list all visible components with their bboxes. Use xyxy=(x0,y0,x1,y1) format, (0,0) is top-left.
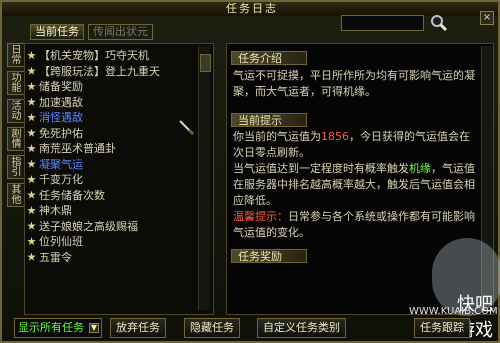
quest-label: 五雷令 xyxy=(39,250,72,264)
star-icon xyxy=(27,97,36,106)
quest-item[interactable]: 神木鼎 xyxy=(27,203,160,219)
quest-item[interactable]: 南荒巫术普通卦 xyxy=(27,141,160,157)
quest-label: 【机关宠物】巧夺天机 xyxy=(39,49,149,62)
tips-line1-prefix: 你当前的气运值为 xyxy=(233,130,321,143)
quest-label: 任务储备次数 xyxy=(39,188,105,202)
star-icon xyxy=(27,221,36,230)
quest-label: 储备奖励 xyxy=(39,80,83,93)
search-icon[interactable] xyxy=(430,14,448,32)
task-intro-header: 任务介绍 xyxy=(231,51,307,65)
quest-label: 位列仙班 xyxy=(39,235,83,248)
quest-item[interactable]: 免死护佑 xyxy=(27,126,160,142)
quest-item[interactable]: 送子娘娘之高级赐福 xyxy=(27,219,160,235)
luck-value: 1856 xyxy=(321,130,349,143)
star-icon xyxy=(27,82,36,91)
quest-item-selected[interactable]: 凝聚气运 xyxy=(27,157,160,173)
star-icon xyxy=(27,113,36,122)
quest-log-window: 任务日志 当前任务 传闻出状元 × 日常 功能 活动 剧情 指引 其他 【机关宠… xyxy=(0,0,500,343)
watermark-site: WWW.KUAIB.COM xyxy=(409,306,498,317)
quest-tabs: 当前任务 传闻出状元 xyxy=(30,24,153,40)
quest-label: 凝聚气运 xyxy=(39,157,83,171)
chevron-down-icon[interactable]: ▼ xyxy=(89,323,99,333)
star-icon xyxy=(27,128,36,137)
chance-highlight[interactable]: 机缘 xyxy=(409,162,431,175)
quest-label: 免死护佑 xyxy=(39,126,83,140)
quest-list-panel: 【机关宠物】巧夺天机 【跨服玩法】登上九重天 储备奖励 加速遇敌 消怪遇敌 免死… xyxy=(24,43,214,315)
abandon-quest-button[interactable]: 放弃任务 xyxy=(110,318,166,338)
warning-label: 温馨提示： xyxy=(233,210,288,223)
task-reward-header: 任务奖励 xyxy=(231,249,307,263)
quest-item[interactable]: 千变万化 xyxy=(27,172,160,188)
window-title: 任务日志 xyxy=(226,2,278,15)
quest-label: 送子娘娘之高级赐福 xyxy=(39,219,138,233)
star-icon xyxy=(27,206,36,215)
tab-rumor-quest[interactable]: 传闻出状元 xyxy=(88,24,153,40)
quest-item[interactable]: 位列仙班 xyxy=(27,234,160,250)
task-tracking-button[interactable]: 任务跟踪 xyxy=(414,318,470,338)
star-icon xyxy=(27,51,36,60)
search-input[interactable] xyxy=(341,15,424,31)
scroll-thumb[interactable] xyxy=(200,54,211,72)
quest-item-selected[interactable]: 消怪遇敌 xyxy=(27,110,160,126)
quest-label: 神木鼎 xyxy=(39,204,72,217)
star-icon xyxy=(27,237,36,246)
star-icon xyxy=(27,190,36,199)
quest-list-scrollbar[interactable] xyxy=(198,46,211,310)
title-bar: 任务日志 xyxy=(2,2,498,16)
quest-label: 千变万化 xyxy=(39,173,83,186)
tab-current-quests[interactable]: 当前任务 xyxy=(30,24,84,40)
custom-category-button[interactable]: 自定义任务类别 xyxy=(257,318,346,338)
bottom-controls: 显示所有任务 ▼ 放弃任务 隐藏任务 自定义任务类别 任务跟踪 xyxy=(2,318,500,338)
quest-item[interactable]: 任务储备次数 xyxy=(27,188,160,204)
show-all-dropdown[interactable]: 显示所有任务 ▼ xyxy=(14,318,102,338)
sword-icon xyxy=(179,120,195,136)
quest-item[interactable]: 【机关宠物】巧夺天机 xyxy=(27,48,160,64)
star-icon xyxy=(27,66,36,75)
quest-item[interactable]: 五雷令 xyxy=(27,250,160,266)
quest-label: 加速遇敌 xyxy=(39,95,83,109)
star-icon xyxy=(27,252,36,261)
quest-item[interactable]: 【跨服玩法】登上九重天 xyxy=(27,64,160,80)
quest-list: 【机关宠物】巧夺天机 【跨服玩法】登上九重天 储备奖励 加速遇敌 消怪遇敌 免死… xyxy=(27,48,160,265)
task-intro-text: 气运不可捉摸，平日所作所为均有可影响气运的凝聚，而大气运者，可得机缘。 xyxy=(233,69,475,98)
quest-item[interactable]: 加速遇敌 xyxy=(27,95,160,111)
quest-label: 【跨服玩法】登上九重天 xyxy=(39,64,160,78)
current-tips-text: 你当前的气运值为1856，今日获得的气运值会在次日零点刷新。 当气运值达到一定程… xyxy=(233,129,477,241)
quest-label: 消怪遇敌 xyxy=(39,111,83,124)
show-all-label: 显示所有任务 xyxy=(18,321,84,334)
quest-item[interactable]: 储备奖励 xyxy=(27,79,160,95)
hide-quest-button[interactable]: 隐藏任务 xyxy=(184,318,240,338)
star-icon xyxy=(27,159,36,168)
star-icon xyxy=(27,175,36,184)
current-tips-header: 当前提示 xyxy=(231,113,307,127)
quest-label: 南荒巫术普通卦 xyxy=(39,142,116,155)
tips-line2-prefix: 当气运值达到一定程度时有概率触发 xyxy=(233,162,409,175)
close-button[interactable]: × xyxy=(480,11,494,25)
star-icon xyxy=(27,144,36,153)
